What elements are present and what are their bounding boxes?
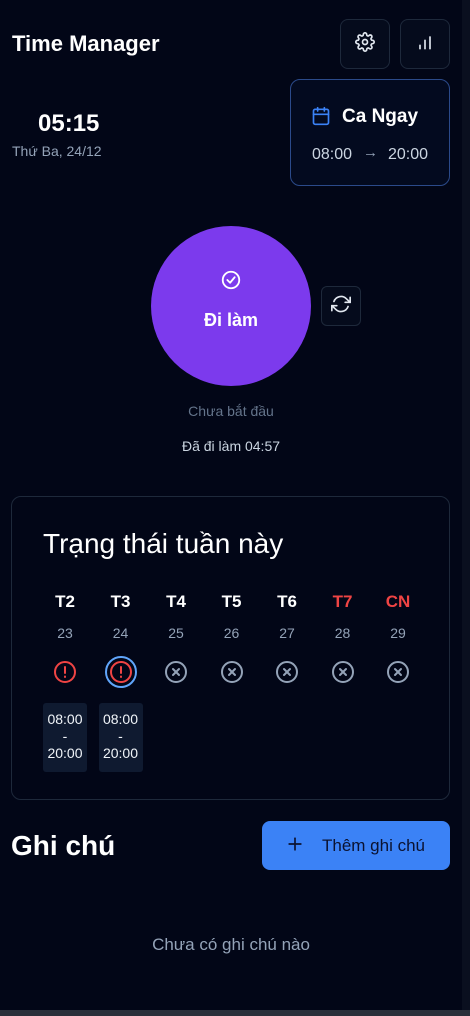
x-circle-icon[interactable] — [220, 660, 244, 684]
check-circle-icon — [220, 269, 242, 296]
x-circle-icon[interactable] — [275, 660, 299, 684]
current-date: Thứ Ba, 24/12 — [12, 143, 102, 159]
week-day-date: 28 — [334, 625, 351, 641]
week-day-column[interactable]: T2 23 08:00-20:00 — [43, 497, 87, 797]
go-to-work-button[interactable]: Đi làm — [151, 226, 311, 386]
add-note-button[interactable]: Thêm ghi chú — [262, 821, 450, 870]
week-day-column[interactable]: CN 29 — [376, 497, 420, 797]
refresh-icon — [331, 294, 351, 319]
shift-hours-line: - — [62, 728, 68, 744]
shift-card[interactable]: Ca Ngay 08:00 → 20:00 — [290, 79, 450, 186]
week-day-label: T2 — [55, 592, 75, 611]
week-day-label: T3 — [110, 592, 131, 611]
week-day-column[interactable]: T7 28 — [321, 497, 365, 797]
x-circle-icon[interactable] — [331, 660, 355, 684]
week-day-date: 29 — [390, 625, 406, 641]
notes-title: Ghi chú — [11, 830, 116, 861]
bar-chart-icon — [415, 32, 435, 57]
week-day-column[interactable]: T3 24 08:00-20:00 — [98, 497, 143, 797]
shift-end-time: 20:00 — [388, 146, 429, 163]
week-day-date: 23 — [57, 625, 73, 641]
shift-hours-line: 08:00 — [102, 711, 139, 727]
week-day-label: T4 — [166, 592, 186, 611]
app-screen: Time Manager 05:15 Thứ Ba, 24/12 Ca Ngay… — [0, 0, 470, 1016]
shift-hours-chip: 08:00-20:00 — [98, 703, 143, 772]
week-day-date: 25 — [168, 625, 184, 641]
x-circle-icon[interactable] — [386, 660, 410, 684]
shift-hours-line: 08:00 — [47, 711, 83, 727]
week-day-date: 26 — [223, 625, 240, 641]
work-status-text: Chưa bắt đầu — [188, 403, 274, 419]
shift-name: Ca Ngay — [342, 106, 419, 127]
alert-circle-icon[interactable] — [53, 660, 77, 684]
bottom-bar — [0, 1010, 470, 1016]
week-day-label: T5 — [221, 592, 242, 611]
week-day-column[interactable]: T5 26 — [210, 497, 254, 797]
gear-icon — [355, 31, 375, 57]
arrow-right-icon: → — [363, 144, 378, 161]
week-day-label: CN — [385, 592, 411, 611]
shift-hours-line: 20:00 — [102, 745, 139, 761]
settings-button[interactable] — [340, 19, 390, 69]
calendar-icon — [311, 106, 331, 131]
statistics-button[interactable] — [400, 19, 450, 69]
plus-icon — [285, 834, 305, 859]
shift-start-time: 08:00 — [312, 146, 353, 163]
refresh-button[interactable] — [321, 286, 361, 326]
scrollbar-track[interactable] — [462, 0, 470, 1016]
app-title: Time Manager — [12, 31, 160, 56]
shift-hours-line: - — [118, 728, 123, 744]
week-day-date: 27 — [279, 625, 295, 641]
week-day-label: T6 — [277, 592, 297, 611]
alert-circle-icon[interactable] — [104, 656, 137, 688]
week-day-date: 24 — [112, 625, 129, 641]
week-day-column[interactable]: T4 25 — [154, 497, 198, 797]
week-day-label: T7 — [332, 592, 353, 611]
notes-empty-message: Chưa có ghi chú nào — [152, 935, 310, 954]
current-time: 05:15 — [38, 110, 100, 137]
week-day-column[interactable]: T6 27 — [265, 497, 309, 797]
worked-time-text: Đã đi làm 04:57 — [181, 438, 281, 454]
add-note-label: Thêm ghi chú — [322, 836, 425, 855]
x-circle-icon[interactable] — [164, 660, 188, 684]
week-status-card: Trạng thái tuần này T2 23 08:00-20:00 T3 24 0… — [11, 496, 450, 800]
shift-hours-chip: 08:00-20:00 — [43, 703, 87, 772]
go-to-work-label: Đi làm — [203, 310, 259, 330]
shift-hours-line: 20:00 — [47, 745, 83, 761]
